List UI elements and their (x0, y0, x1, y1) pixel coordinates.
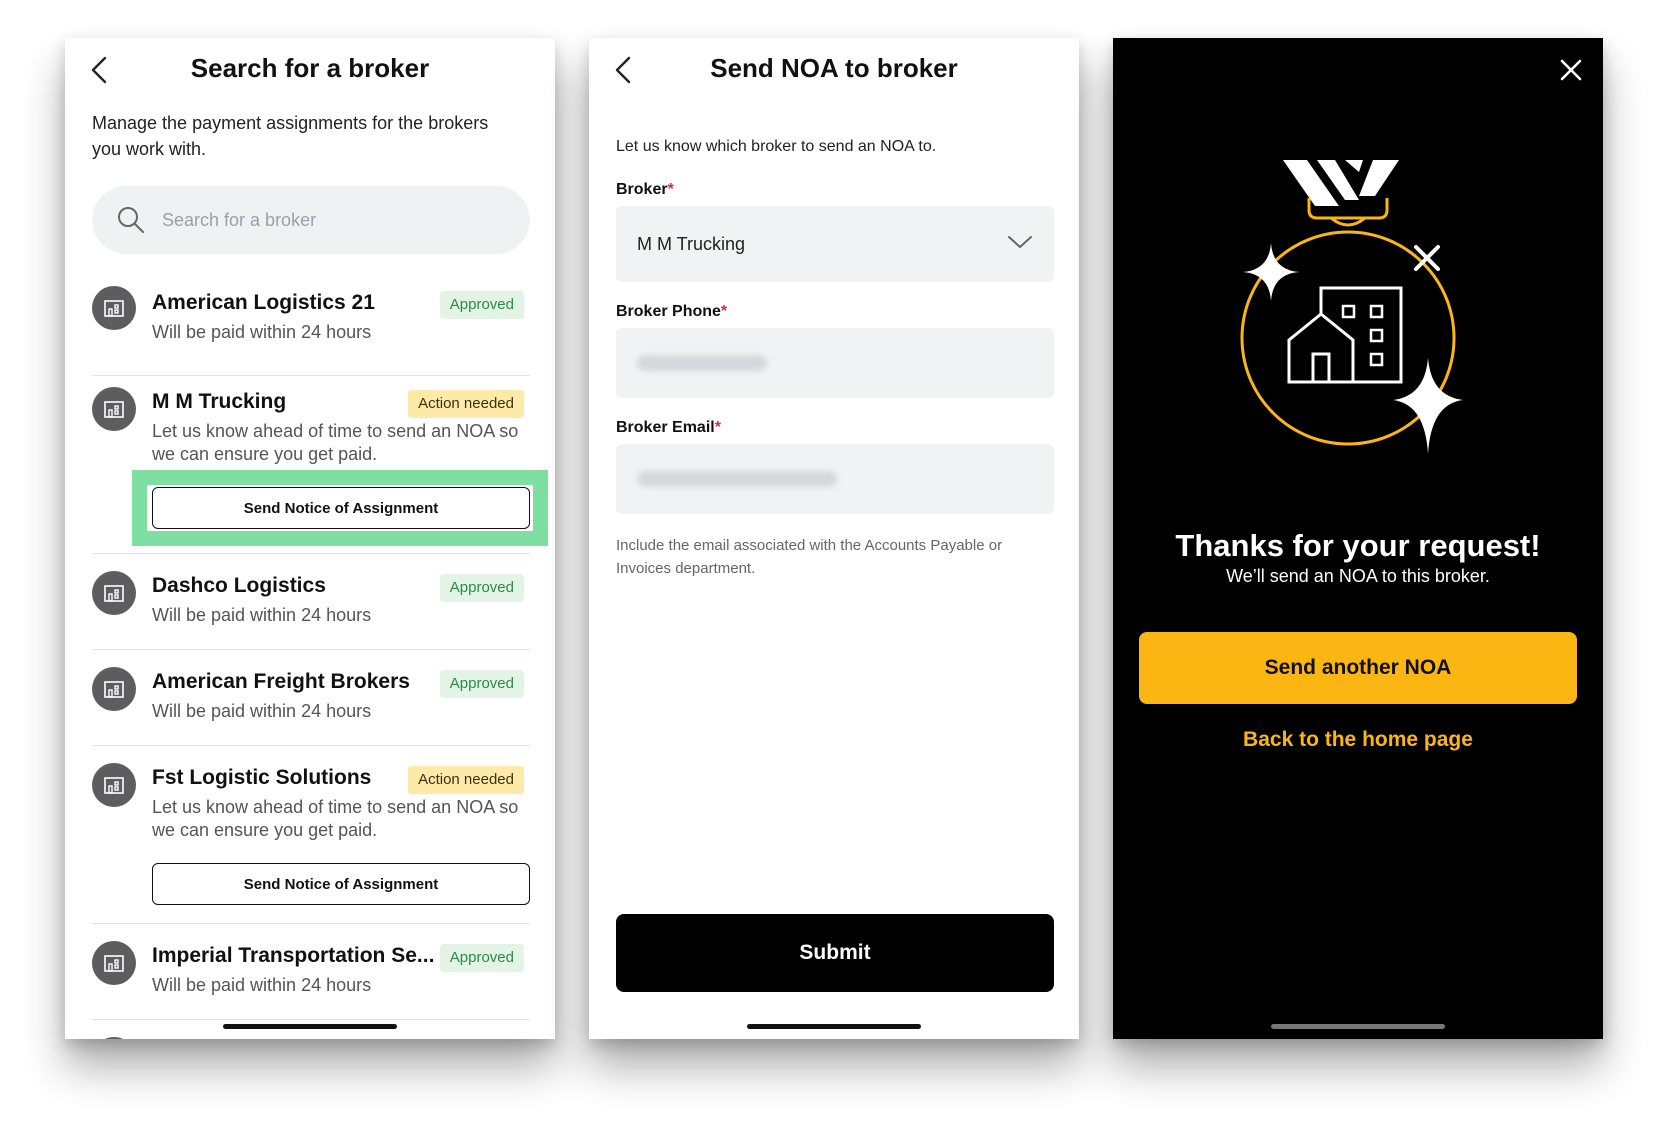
intro-text: Let us know which broker to send an NOA … (616, 138, 937, 155)
broker-select[interactable]: M M Trucking (616, 206, 1054, 282)
building-icon (104, 681, 124, 698)
broker-row-partial (92, 1020, 530, 1039)
redacted-email (637, 471, 837, 487)
label-text: Broker Email (616, 419, 715, 436)
broker-subtitle: Let us know ahead of time to send an NOA… (152, 421, 519, 464)
page-title: Send NOA to broker (710, 53, 958, 83)
broker-row[interactable]: Imperial Transportation Se... Approved W… (92, 924, 530, 1020)
broker-subtitle: Will be paid within 24 hours (152, 605, 372, 625)
broker-row[interactable]: Fst Logistic Solutions Action needed Let… (92, 746, 530, 924)
required-mark: * (714, 419, 721, 436)
broker-subtitle: Let us know ahead of time to send an NOA… (152, 797, 519, 840)
status-badge: Action needed (408, 766, 524, 794)
building-icon (104, 777, 124, 794)
status-badge: Approved (439, 670, 524, 698)
intro-text: Manage the payment assignments for the b… (92, 113, 489, 159)
send-another-noa-button[interactable]: Send another NOA (1139, 632, 1577, 704)
building-avatar (92, 387, 136, 431)
building-avatar (92, 667, 136, 711)
search-input[interactable] (162, 186, 512, 254)
status-badge: Approved (439, 944, 524, 972)
broker-row[interactable]: Dashco Logistics Approved Will be paid w… (92, 554, 530, 650)
building-avatar (92, 763, 136, 807)
broker-label: Broker* (616, 181, 674, 199)
page-title: Search for a broker (190, 53, 430, 83)
broker-row[interactable]: American Logistics 21 Approved Will be p… (92, 286, 530, 376)
home-indicator (1271, 1024, 1445, 1029)
status-badge: Action needed (408, 390, 524, 418)
send-noa-button[interactable]: Send Notice of Assignment (152, 863, 530, 905)
home-indicator (223, 1024, 397, 1029)
status-badge: Approved (439, 291, 524, 319)
broker-row[interactable]: American Freight Brokers Approved Will b… (92, 650, 530, 746)
required-mark: * (720, 303, 728, 320)
confirmation-screen: Thanks for your request! We’ll send an N… (1113, 38, 1603, 1039)
medal-illustration (1240, 160, 1463, 454)
status-badge: Approved (439, 574, 524, 602)
submit-button[interactable]: Submit (616, 914, 1054, 992)
building-avatar (92, 286, 136, 330)
broker-subtitle: Will be paid within 24 hours (152, 322, 372, 342)
back-home-link[interactable]: Back to the home page (1113, 728, 1603, 752)
send-noa-screen: Send NOA to broker Let us know which bro… (589, 38, 1079, 1039)
email-label: Broker Email* (616, 419, 721, 437)
phone-label: Broker Phone* (616, 303, 727, 321)
label-text: Broker (616, 181, 668, 198)
search-bar[interactable] (92, 186, 530, 254)
highlight-box (132, 470, 548, 546)
close-button[interactable] (1553, 52, 1589, 88)
home-indicator (747, 1024, 921, 1029)
broker-name: Imperial Transportation Se... (152, 944, 435, 967)
building-icon (104, 401, 124, 418)
broker-name: M M Trucking (152, 390, 287, 413)
broker-phone-field[interactable] (616, 328, 1054, 398)
required-mark: * (667, 181, 674, 198)
broker-name: American Freight Brokers (152, 670, 410, 693)
broker-subtitle: Will be paid within 24 hours (152, 701, 372, 721)
broker-name: Fst Logistic Solutions (152, 766, 372, 789)
building-icon (104, 585, 124, 602)
broker-subtitle: Will be paid within 24 hours (152, 975, 372, 995)
broker-name: Dashco Logistics (152, 574, 326, 597)
broker-list: American Logistics 21 Approved Will be p… (92, 286, 530, 1039)
thanks-subheading: We’ll send an NOA to this broker. (1226, 566, 1490, 586)
broker-email-field[interactable] (616, 444, 1054, 514)
label-text: Broker Phone (616, 303, 721, 320)
building-avatar (92, 571, 136, 615)
chevron-down-icon (1008, 236, 1032, 248)
redacted-phone (637, 355, 767, 371)
search-icon (118, 207, 144, 233)
building-icon (104, 955, 124, 972)
building-avatar (92, 941, 136, 985)
close-icon (1560, 59, 1582, 81)
building-icon (104, 300, 124, 317)
broker-search-screen: Search for a broker Manage the payment a… (65, 38, 555, 1039)
help-text: Include the email associated with the Ac… (616, 537, 1003, 577)
building-avatar (92, 1037, 136, 1039)
broker-select-value: M M Trucking (637, 234, 746, 254)
broker-name: American Logistics 21 (152, 291, 375, 314)
thanks-heading: Thanks for your request! (1175, 528, 1541, 563)
